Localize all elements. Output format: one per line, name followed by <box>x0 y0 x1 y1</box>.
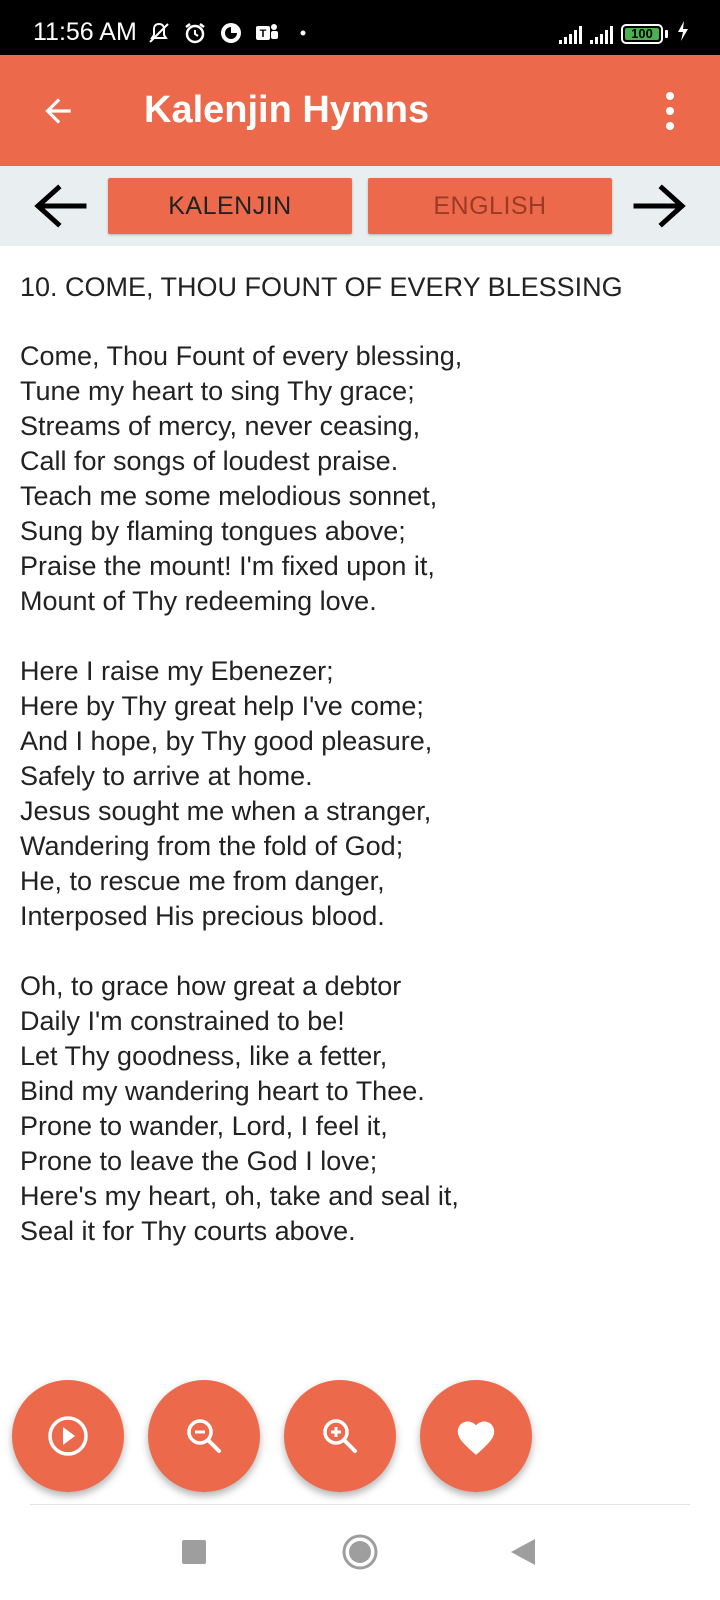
kalenjin-button[interactable]: KALENJIN <box>108 178 352 234</box>
system-navigation-bar <box>0 1505 720 1600</box>
arrow-left-icon <box>45 98 71 124</box>
zoom-in-icon <box>323 1419 357 1453</box>
lyric-line: Interposed His precious blood. <box>20 901 385 931</box>
lyric-line: Wandering from the fold of God; <box>20 831 404 861</box>
lyric-line: Prone to wander, Lord, I feel it, <box>20 1111 388 1141</box>
data-saver-icon <box>218 20 244 46</box>
battery-level: 100 <box>631 25 653 41</box>
zoom-out-icon <box>187 1419 221 1453</box>
dot-icon <box>290 20 316 46</box>
stanza: Come, Thou Fount of every blessing, Tune… <box>20 339 700 619</box>
more-vert-icon <box>666 92 674 100</box>
status-time: 11:56 AM <box>33 18 137 46</box>
stanza: Here I raise my Ebenezer; Here by Thy gr… <box>20 654 700 934</box>
zoom-in-button[interactable] <box>284 1380 396 1492</box>
home-button[interactable] <box>335 1527 385 1577</box>
more-options-button[interactable] <box>658 87 682 135</box>
heart-icon <box>457 1421 495 1455</box>
hymn-title: 10. COME, THOU FOUNT OF EVERY BLESSING <box>20 272 623 302</box>
signal-icon <box>559 24 582 44</box>
home-icon <box>342 1534 378 1570</box>
charging-icon <box>676 20 690 47</box>
lyric-line: Mount of Thy redeeming love. <box>20 586 377 616</box>
lyric-line: Call for songs of loudest praise. <box>20 446 399 476</box>
lyric-line: Come, Thou Fount of every blessing, <box>20 341 463 371</box>
lyric-line: Daily I'm constrained to be! <box>20 1006 345 1036</box>
recents-button[interactable] <box>169 1527 219 1577</box>
lyric-line: Tune my heart to sing Thy grace; <box>20 376 415 406</box>
english-button[interactable]: ENGLISH <box>368 178 612 234</box>
lyric-line: Oh, to grace how great a debtor <box>20 971 402 1001</box>
lyric-line: Seal it for Thy courts above. <box>20 1216 356 1246</box>
lyric-line: Here I raise my Ebenezer; <box>20 656 334 686</box>
lyric-line: Jesus sought me when a stranger, <box>20 796 432 826</box>
lyric-line: Teach me some melodious sonnet, <box>20 481 438 511</box>
next-hymn-button[interactable] <box>630 180 690 232</box>
lyric-line: Bind my wandering heart to Thee. <box>20 1076 425 1106</box>
battery-icon: 100 <box>621 23 663 44</box>
arrow-left-icon <box>34 184 87 228</box>
status-system-icons: 100 <box>559 20 690 47</box>
system-back-button[interactable] <box>498 1527 548 1577</box>
favorite-button[interactable] <box>420 1380 532 1492</box>
hymn-content: 10. COME, THOU FOUNT OF EVERY BLESSING C… <box>20 270 700 1284</box>
alarm-icon <box>182 20 208 46</box>
mute-icon <box>146 20 172 46</box>
status-bar: 11:56 AM T 100 <box>0 0 720 55</box>
signal-icon <box>590 24 613 44</box>
lyric-line: Prone to leave the God I love; <box>20 1146 378 1176</box>
lyric-line: Praise the mount! I'm fixed upon it, <box>20 551 435 581</box>
stanza: Oh, to grace how great a debtor Daily I'… <box>20 969 700 1249</box>
language-bar: KALENJIN ENGLISH <box>0 166 720 246</box>
app-bar: Kalenjin Hymns <box>0 55 720 166</box>
lyric-line: He, to rescue me from danger, <box>20 866 385 896</box>
lyric-line: Here's my heart, oh, take and seal it, <box>20 1181 459 1211</box>
play-icon <box>48 1416 88 1456</box>
lyric-line: Let Thy goodness, like a fetter, <box>20 1041 388 1071</box>
previous-hymn-button[interactable] <box>30 180 90 232</box>
status-notification-icons: T <box>146 20 316 46</box>
arrow-right-icon <box>633 184 686 228</box>
lyric-line: Here by Thy great help I've come; <box>20 691 424 721</box>
lyric-line: Sung by flaming tongues above; <box>20 516 406 546</box>
zoom-out-button[interactable] <box>148 1380 260 1492</box>
teams-icon: T <box>254 20 280 46</box>
lyric-line: Streams of mercy, never ceasing, <box>20 411 421 441</box>
recents-icon <box>182 1540 206 1564</box>
lyric-line: And I hope, by Thy good pleasure, <box>20 726 433 756</box>
app-title: Kalenjin Hymns <box>144 89 430 131</box>
svg-text:T: T <box>260 28 267 40</box>
play-button[interactable] <box>12 1380 124 1492</box>
back-triangle-icon <box>511 1539 535 1565</box>
lyric-line: Safely to arrive at home. <box>20 761 313 791</box>
back-button[interactable] <box>34 87 82 135</box>
